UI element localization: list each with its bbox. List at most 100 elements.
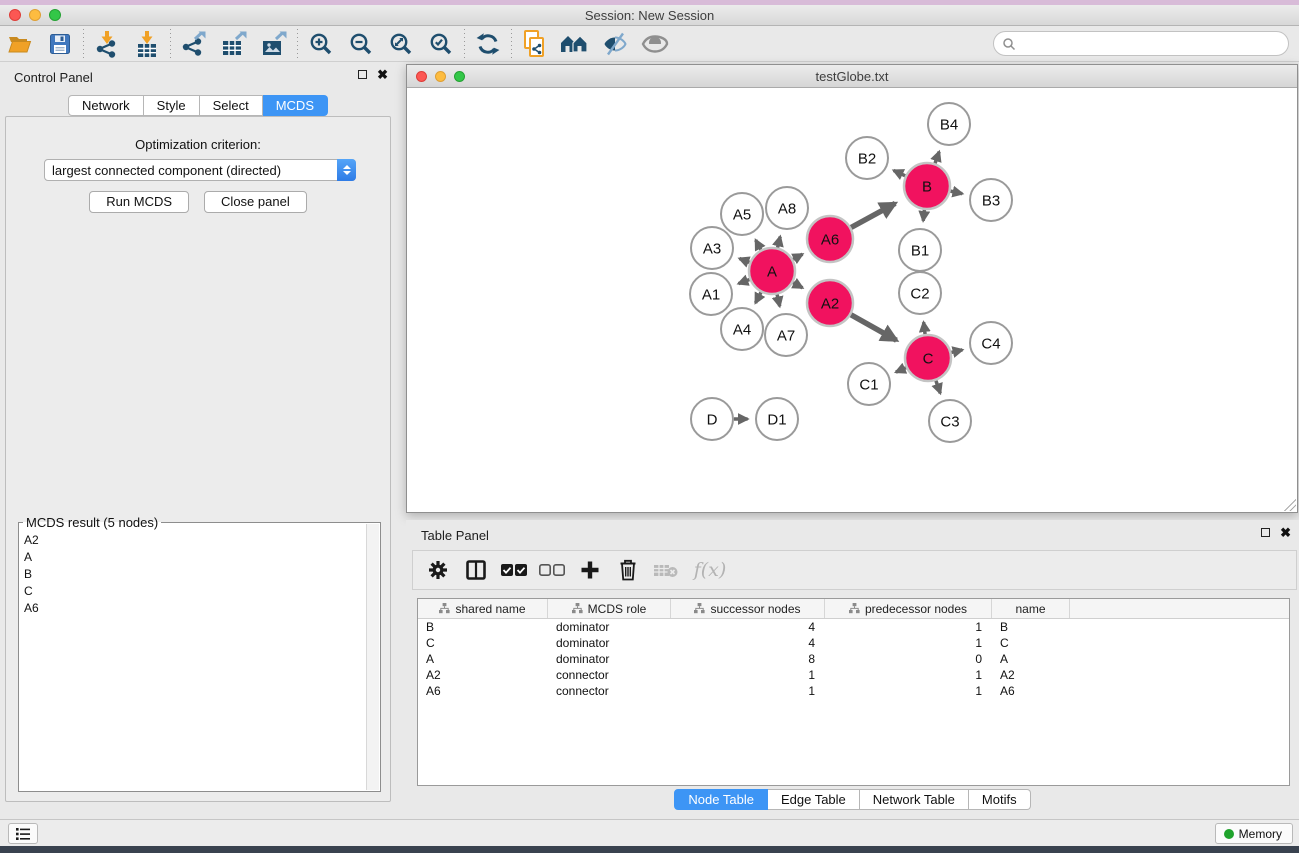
result-item[interactable]: A6 — [21, 599, 365, 616]
export-table-icon[interactable] — [214, 28, 254, 60]
column-header-MCDS-role[interactable]: MCDS role — [548, 599, 671, 618]
node-table[interactable]: shared nameMCDS rolesuccessor nodesprede… — [417, 598, 1290, 786]
edge-A-A4[interactable] — [756, 292, 761, 303]
table-cell[interactable]: 1 — [825, 635, 992, 651]
table-cell[interactable]: 4 — [671, 635, 825, 651]
zoom-selected-icon[interactable] — [421, 28, 461, 60]
edge-C-C4[interactable] — [951, 350, 962, 353]
float-table-panel-icon[interactable] — [1261, 528, 1270, 537]
add-column-icon[interactable] — [573, 554, 607, 586]
table-settings-icon[interactable] — [421, 554, 455, 586]
edge-A-A6[interactable] — [793, 254, 802, 259]
result-item[interactable]: A2 — [21, 531, 365, 548]
edge-B-B1[interactable] — [923, 210, 924, 221]
edge-C-C1[interactable] — [896, 368, 906, 372]
edge-A-A3[interactable] — [739, 259, 749, 263]
table-cell[interactable]: 1 — [825, 667, 992, 683]
export-network-icon[interactable] — [174, 28, 214, 60]
network-window-titlebar[interactable]: testGlobe.txt — [407, 65, 1297, 88]
edge-C-C2[interactable] — [924, 322, 925, 334]
table-cell[interactable]: 4 — [671, 619, 825, 635]
tab-select[interactable]: Select — [200, 95, 263, 116]
result-item[interactable]: C — [21, 582, 365, 599]
select-all-icon[interactable] — [497, 554, 531, 586]
zoom-fit-icon[interactable] — [381, 28, 421, 60]
delete-table-icon[interactable] — [649, 554, 683, 586]
table-cell[interactable]: 0 — [825, 651, 992, 667]
tab-edge-table[interactable]: Edge Table — [768, 789, 860, 810]
table-cell[interactable]: connector — [548, 667, 671, 683]
table-row[interactable]: A6connector11A6 — [418, 683, 1289, 699]
edge-B-B4[interactable] — [935, 152, 939, 164]
tab-network[interactable]: Network — [68, 95, 144, 116]
memory-button[interactable]: Memory — [1215, 823, 1293, 844]
column-header-predecessor-nodes[interactable]: predecessor nodes — [825, 599, 992, 618]
refresh-icon[interactable] — [468, 28, 508, 60]
tab-motifs[interactable]: Motifs — [969, 789, 1031, 810]
zoom-out-icon[interactable] — [341, 28, 381, 60]
column-header-shared-name[interactable]: shared name — [418, 599, 548, 618]
edge-A2-C[interactable] — [851, 315, 897, 341]
table-cell[interactable]: dominator — [548, 635, 671, 651]
table-cell[interactable]: A2 — [418, 667, 548, 683]
edge-B-B3[interactable] — [950, 191, 962, 194]
table-cell[interactable]: 1 — [825, 683, 992, 699]
table-row[interactable]: Cdominator41C — [418, 635, 1289, 651]
delete-column-icon[interactable] — [611, 554, 645, 586]
tab-mcds[interactable]: MCDS — [263, 95, 328, 116]
mcds-result-list[interactable]: A2ABCA6 — [21, 531, 365, 789]
table-cell[interactable]: A — [418, 651, 548, 667]
column-header-name[interactable]: name — [992, 599, 1070, 618]
table-cell[interactable]: 1 — [671, 683, 825, 699]
save-session-icon[interactable] — [40, 28, 80, 60]
columns-icon[interactable] — [459, 554, 493, 586]
import-table-icon[interactable] — [127, 28, 167, 60]
table-cell[interactable]: A — [992, 651, 1070, 667]
network-graph[interactable]: B4B2BB3A8A5A6A3B1AC2A1A2A4A7C4CC1C3DD1 — [407, 88, 1297, 512]
edge-C-C3[interactable] — [936, 381, 940, 394]
table-cell[interactable]: C — [992, 635, 1070, 651]
table-cell[interactable]: B — [418, 619, 548, 635]
deselect-all-icon[interactable] — [535, 554, 569, 586]
edge-A-A8[interactable] — [778, 237, 781, 248]
edge-A-A2[interactable] — [793, 283, 802, 288]
tab-style[interactable]: Style — [144, 95, 200, 116]
zoom-in-icon[interactable] — [301, 28, 341, 60]
result-scrollbar[interactable] — [366, 524, 379, 790]
table-cell[interactable]: A6 — [992, 683, 1070, 699]
edge-A-A1[interactable] — [739, 279, 750, 283]
table-row[interactable]: Bdominator41B — [418, 619, 1289, 635]
edge-A-A5[interactable] — [756, 240, 761, 250]
resize-grip[interactable] — [1284, 499, 1296, 511]
optimization-criterion-dropdown[interactable]: largest connected component (directed) — [44, 159, 356, 181]
table-cell[interactable]: 8 — [671, 651, 825, 667]
task-history-button[interactable] — [8, 823, 38, 844]
table-cell[interactable]: B — [992, 619, 1070, 635]
table-cell[interactable]: dominator — [548, 619, 671, 635]
table-cell[interactable]: 1 — [825, 619, 992, 635]
run-mcds-button[interactable]: Run MCDS — [89, 191, 189, 213]
import-network-icon[interactable] — [87, 28, 127, 60]
export-image-icon[interactable] — [254, 28, 294, 60]
result-item[interactable]: A — [21, 548, 365, 565]
birds-eye-view-icon[interactable] — [635, 28, 675, 60]
open-file-icon[interactable] — [0, 28, 40, 60]
table-cell[interactable]: A2 — [992, 667, 1070, 683]
search-input[interactable] — [1016, 37, 1266, 51]
edge-B-B2[interactable] — [894, 170, 906, 175]
close-table-panel-icon[interactable]: ✖ — [1280, 528, 1291, 537]
tab-network-table[interactable]: Network Table — [860, 789, 969, 810]
table-cell[interactable]: 1 — [671, 667, 825, 683]
duplicate-network-icon[interactable] — [515, 28, 555, 60]
first-neighbors-icon[interactable] — [555, 28, 595, 60]
table-row[interactable]: Adominator80A — [418, 651, 1289, 667]
column-header-successor-nodes[interactable]: successor nodes — [671, 599, 825, 618]
edge-A-A7[interactable] — [777, 294, 780, 306]
table-cell[interactable]: connector — [548, 683, 671, 699]
search-field[interactable] — [993, 31, 1289, 56]
result-item[interactable]: B — [21, 565, 365, 582]
tab-node-table[interactable]: Node Table — [674, 789, 768, 810]
close-panel-icon[interactable]: ✖ — [377, 70, 388, 79]
float-panel-icon[interactable] — [358, 70, 367, 79]
hide-graphics-details-icon[interactable] — [595, 28, 635, 60]
